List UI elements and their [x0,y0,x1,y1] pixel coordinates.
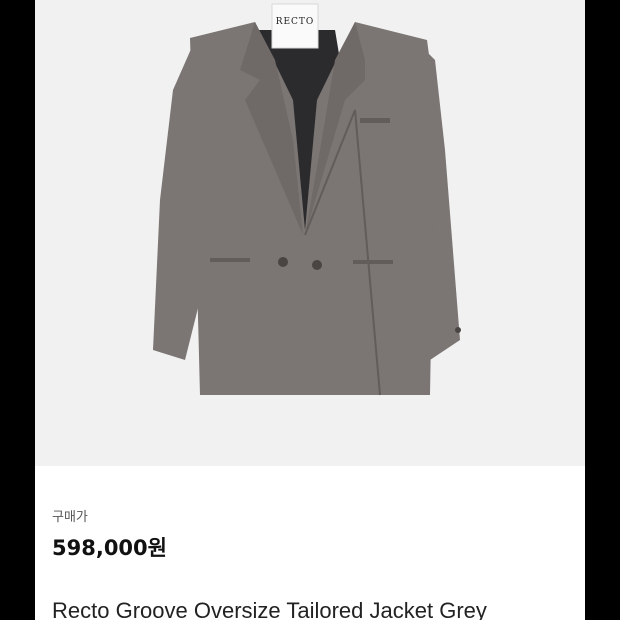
button-right [312,260,322,270]
product-title[interactable]: Recto Groove Oversize Tailored Jacket Gr… [52,598,487,620]
brand-tag-label: RECTO [276,17,315,27]
jacket-illustration: RECTO [153,3,461,396]
product-card[interactable]: RECTO 구매가 598,000원 Recto Groove Oversize… [35,0,585,620]
price-label: 구매가 [52,510,88,525]
chest-pocket [360,118,390,123]
button-left [278,257,288,267]
left-pocket [210,258,250,262]
product-image[interactable]: RECTO [35,0,585,466]
cuff-button [455,327,461,333]
price-value: 598,000원 [52,536,167,560]
right-pocket [353,260,393,264]
